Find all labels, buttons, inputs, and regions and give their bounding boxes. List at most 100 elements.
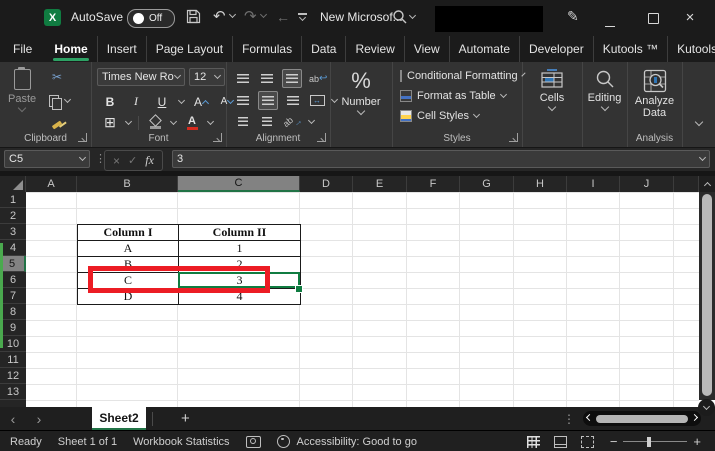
column-header-g[interactable]: G xyxy=(460,176,514,192)
tab-kutools-plus[interactable]: Kutools Plus xyxy=(667,35,715,62)
font-color-button[interactable]: A xyxy=(183,114,201,131)
row-header-3[interactable]: 3 xyxy=(0,224,26,240)
column-header-d[interactable]: D xyxy=(300,176,353,192)
back-arrow-icon[interactable]: ← xyxy=(276,10,290,24)
number-format-button[interactable]: % Number xyxy=(330,62,392,147)
table-cell[interactable]: A xyxy=(78,241,179,257)
tab-review[interactable]: Review xyxy=(345,35,403,62)
fill-color-button[interactable] xyxy=(146,114,164,131)
zoom-slider-handle[interactable] xyxy=(647,436,652,447)
formula-input[interactable]: 3 xyxy=(172,150,710,168)
add-sheet-icon[interactable]: + xyxy=(181,410,190,427)
column-header-a[interactable]: A xyxy=(26,176,77,192)
row-header-2[interactable]: 2 xyxy=(0,208,26,224)
customize-toolbar-icon[interactable] xyxy=(298,13,307,22)
cut-icon[interactable]: ✂ xyxy=(48,68,66,85)
close-button[interactable]: × xyxy=(683,9,697,26)
tab-insert[interactable]: Insert xyxy=(96,35,146,62)
underline-button[interactable]: U xyxy=(153,93,171,110)
tab-formulas[interactable]: Formulas xyxy=(232,35,301,62)
cancel-icon[interactable]: × xyxy=(113,154,120,168)
column-header-h[interactable]: H xyxy=(514,176,567,192)
styles-dialog-launcher-icon[interactable] xyxy=(509,133,518,142)
row-header-6[interactable]: 6 xyxy=(0,272,26,288)
borders-button[interactable]: ⊞ xyxy=(101,114,119,131)
sheet-nav-prev-icon[interactable]: ‹ xyxy=(0,411,26,427)
column-header-b[interactable]: B xyxy=(77,176,178,192)
scroll-up-icon[interactable] xyxy=(699,176,715,192)
page-layout-view-button[interactable] xyxy=(553,435,567,448)
row-header-7[interactable]: 7 xyxy=(0,288,26,304)
row-header-1[interactable]: 1 xyxy=(0,192,26,208)
undo-dropdown-icon[interactable] xyxy=(228,10,237,19)
conditional-formatting-button[interactable]: Conditional Formatting xyxy=(392,66,526,86)
align-bottom-button[interactable] xyxy=(282,69,302,88)
alignment-dialog-launcher-icon[interactable] xyxy=(317,133,326,142)
autosave-toggle[interactable]: Off xyxy=(127,9,175,28)
redo-dropdown-icon[interactable] xyxy=(259,10,268,19)
cell-styles-button[interactable]: Cell Styles xyxy=(392,106,522,126)
zoom-slider[interactable] xyxy=(623,436,688,447)
align-middle-button[interactable] xyxy=(258,70,276,87)
table-header-cell[interactable]: Column II xyxy=(179,225,301,241)
save-icon[interactable] xyxy=(186,9,201,24)
minimize-button[interactable] xyxy=(603,15,617,30)
name-box[interactable]: C5 xyxy=(4,150,90,168)
column-header-f[interactable]: F xyxy=(407,176,460,192)
maximize-button[interactable] xyxy=(646,12,660,27)
ink-pen-icon[interactable]: ✎ xyxy=(567,9,579,23)
page-break-view-button[interactable] xyxy=(580,435,594,448)
tab-kutools[interactable]: Kutools ™ xyxy=(592,35,667,62)
table-header-cell[interactable]: Column I xyxy=(78,225,179,241)
ribbon-collapse-icon[interactable] xyxy=(694,117,704,127)
zoom-out-button[interactable]: − xyxy=(610,434,618,449)
select-all-corner[interactable] xyxy=(0,176,26,192)
align-right-button[interactable] xyxy=(284,92,302,109)
column-header-i[interactable]: I xyxy=(567,176,620,192)
row-header-12[interactable]: 12 xyxy=(0,368,26,384)
tab-page-layout[interactable]: Page Layout xyxy=(145,35,232,62)
format-as-table-button[interactable]: Format as Table xyxy=(392,86,522,106)
vertical-scrollbar-thumb[interactable] xyxy=(702,194,712,396)
cells-button[interactable]: Cells xyxy=(522,62,582,147)
insert-function-icon[interactable]: fx xyxy=(145,153,154,168)
undo-icon[interactable]: ↶ xyxy=(213,9,226,24)
orientation-dropdown-icon[interactable] xyxy=(307,116,316,124)
tab-view[interactable]: View xyxy=(403,35,449,62)
align-left-button[interactable] xyxy=(234,92,252,109)
horizontal-scrollbar-thumb[interactable] xyxy=(596,414,688,423)
workbook-statistics-button[interactable]: Workbook Statistics xyxy=(133,436,229,448)
orientation-button[interactable]: ab → xyxy=(281,113,304,130)
row-header-4[interactable]: 4 xyxy=(0,240,26,256)
horizontal-scrollbar[interactable] xyxy=(583,411,701,426)
increase-indent-button[interactable] xyxy=(258,113,276,130)
row-header-11[interactable]: 11 xyxy=(0,352,26,368)
font-dialog-launcher-icon[interactable] xyxy=(213,133,222,142)
vertical-scrollbar[interactable] xyxy=(699,176,715,400)
decrease-indent-button[interactable] xyxy=(234,113,252,130)
column-header-j[interactable]: J xyxy=(620,176,674,192)
sheetbar-grip-icon[interactable]: ⋮ xyxy=(563,412,575,426)
row-header-13[interactable]: 13 xyxy=(0,384,26,400)
expand-formula-bar-icon[interactable] xyxy=(698,153,707,162)
font-size-select[interactable]: 12 xyxy=(189,68,225,86)
cell-area[interactable]: Column I Column II A 1 B 2 C 3 D 4 xyxy=(26,192,699,407)
normal-view-button[interactable] xyxy=(526,435,540,448)
enter-icon[interactable]: ✓ xyxy=(128,154,137,167)
align-center-button[interactable] xyxy=(258,91,278,110)
fill-handle[interactable] xyxy=(295,285,303,293)
scroll-down-icon[interactable] xyxy=(698,399,715,416)
editing-button[interactable]: Editing xyxy=(582,62,627,147)
scroll-right-icon[interactable] xyxy=(690,413,699,421)
zoom-in-button[interactable]: + xyxy=(693,434,701,449)
row-header-10[interactable]: 10 xyxy=(0,336,26,352)
accessibility-status[interactable]: Accessibility: Good to go xyxy=(297,436,417,448)
camera-icon[interactable] xyxy=(245,435,261,448)
merge-center-button[interactable]: ↔ xyxy=(308,92,326,109)
row-header-9[interactable]: 9 xyxy=(0,320,26,336)
table-cell[interactable]: 1 xyxy=(179,241,301,257)
paste-button[interactable]: Paste xyxy=(8,67,36,113)
italic-button[interactable]: I xyxy=(127,93,145,110)
sheet-nav-next-icon[interactable]: › xyxy=(26,411,52,427)
tab-data[interactable]: Data xyxy=(301,35,345,62)
